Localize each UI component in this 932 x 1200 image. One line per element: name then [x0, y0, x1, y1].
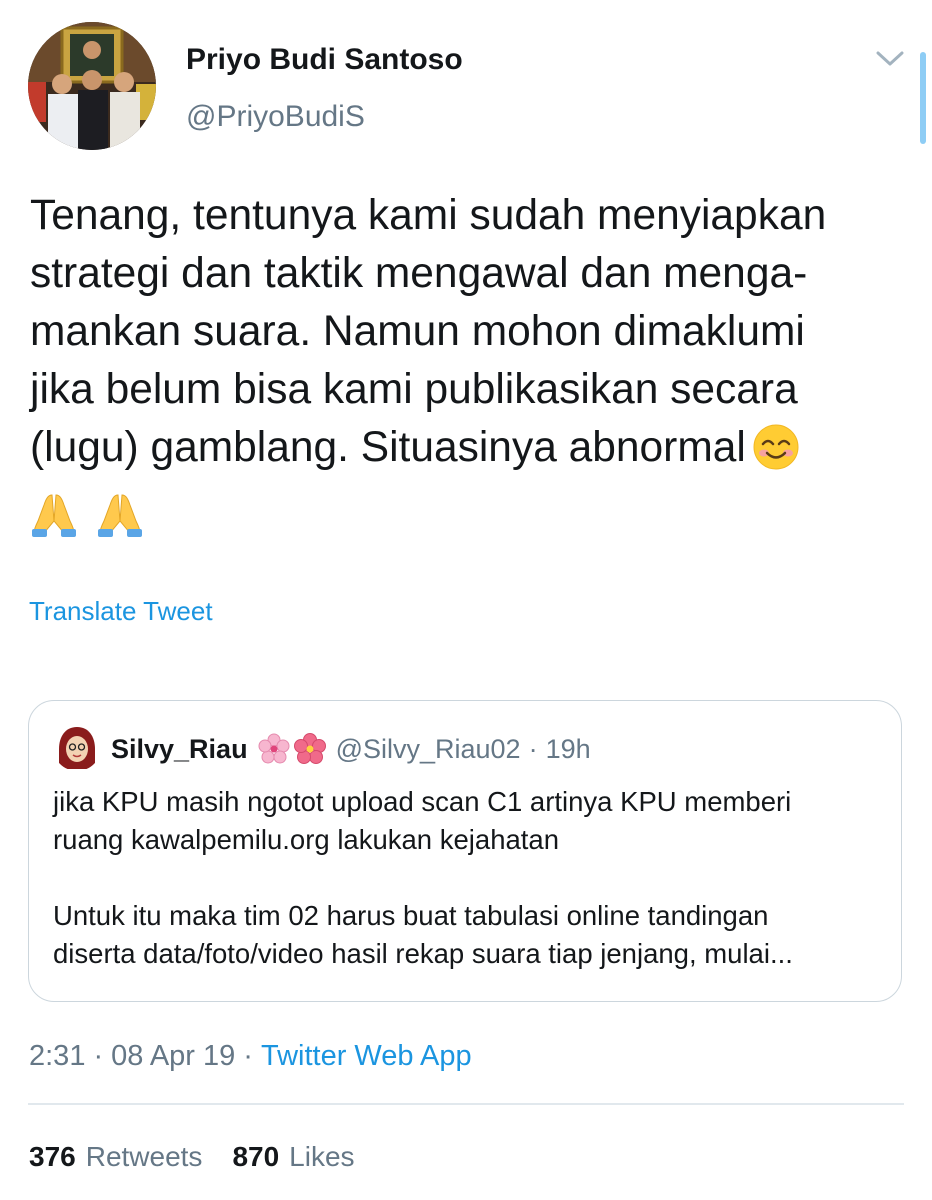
tweet-text: Tenang, tentunya kami sudah menyiapkan s…	[30, 187, 902, 549]
smiling-face-icon	[752, 423, 800, 487]
quoted-line: ruang kawalpemilu.org lakukan kejahatan	[53, 824, 560, 855]
divider	[28, 1103, 904, 1105]
tweet-line: Tenang, tentunya kami sudah menyiapkan	[30, 192, 827, 239]
likes-label: Likes	[289, 1141, 355, 1172]
likes-count: 870	[232, 1141, 280, 1172]
chevron-down-icon[interactable]	[872, 44, 908, 74]
quoted-author-avatar[interactable]	[53, 723, 101, 771]
tweet-meta: 2:31 · 08 Apr 19 · Twitter Web App	[29, 1036, 472, 1076]
tweet-line-last: (lugu) gamblang. Situasinya abnormal	[30, 419, 902, 487]
tweet-date[interactable]: 08 Apr 19	[111, 1040, 235, 1073]
author-name[interactable]: Priyo Budi Santoso	[186, 43, 463, 77]
separator-dot: ·	[528, 733, 538, 764]
source-app-link[interactable]: Twitter Web App	[261, 1040, 472, 1073]
likes-stat[interactable]: 870 Likes	[232, 1141, 354, 1173]
tweet-time[interactable]: 2:31	[29, 1040, 85, 1073]
quoted-author-name[interactable]: Silvy_Riau	[111, 734, 248, 765]
translate-tweet-link[interactable]: Translate Tweet	[29, 596, 213, 627]
tweet-line: strategi dan taktik mengawal dan menga-	[30, 250, 808, 297]
quoted-line: diserta data/foto/video hasil rekap suar…	[53, 938, 793, 969]
separator-dot: ·	[243, 1039, 253, 1072]
engagement-stats: 376 Retweets 870 Likes	[29, 1138, 355, 1176]
quoted-line: jika KPU masih ngotot upload scan C1 art…	[53, 786, 792, 817]
retweets-stat[interactable]: 376 Retweets	[29, 1141, 202, 1173]
retweets-label: Retweets	[85, 1141, 203, 1172]
avatar-photo	[28, 22, 156, 150]
name-emojis	[258, 733, 326, 765]
quoted-tweet-header: Silvy_Riau @Silvy_Riau02 · 19h	[111, 731, 591, 767]
emoji-row	[30, 487, 902, 549]
scroll-indicator[interactable]	[920, 52, 926, 144]
retweets-count: 376	[29, 1141, 76, 1172]
quoted-tweet-card[interactable]: Silvy_Riau @Silvy_Riau02 · 19h jika KPU …	[28, 700, 902, 1002]
cherry-blossom-icon	[258, 733, 290, 764]
hibiscus-icon	[293, 733, 326, 764]
folded-hands-icon	[32, 494, 76, 537]
tweet-line: mankan suara. Namun mohon dimaklumi	[30, 308, 805, 355]
quoted-line: Untuk itu maka tim 02 harus buat tabulas…	[53, 900, 769, 931]
author-avatar[interactable]	[28, 22, 156, 150]
separator-dot: ·	[93, 1039, 104, 1072]
author-handle[interactable]: @PriyoBudiS	[186, 100, 365, 134]
tweet-line-text: (lugu) gamblang. Situasinya abnormal	[30, 424, 746, 471]
tweet-line: jika belum bisa kami publikasikan secara	[30, 366, 798, 413]
quoted-tweet-body: jika KPU masih ngotot upload scan C1 art…	[53, 783, 883, 973]
quoted-tweet-time[interactable]: 19h	[546, 734, 591, 765]
folded-hands-icon	[97, 494, 142, 537]
quoted-author-handle[interactable]: @Silvy_Riau02	[336, 734, 521, 765]
